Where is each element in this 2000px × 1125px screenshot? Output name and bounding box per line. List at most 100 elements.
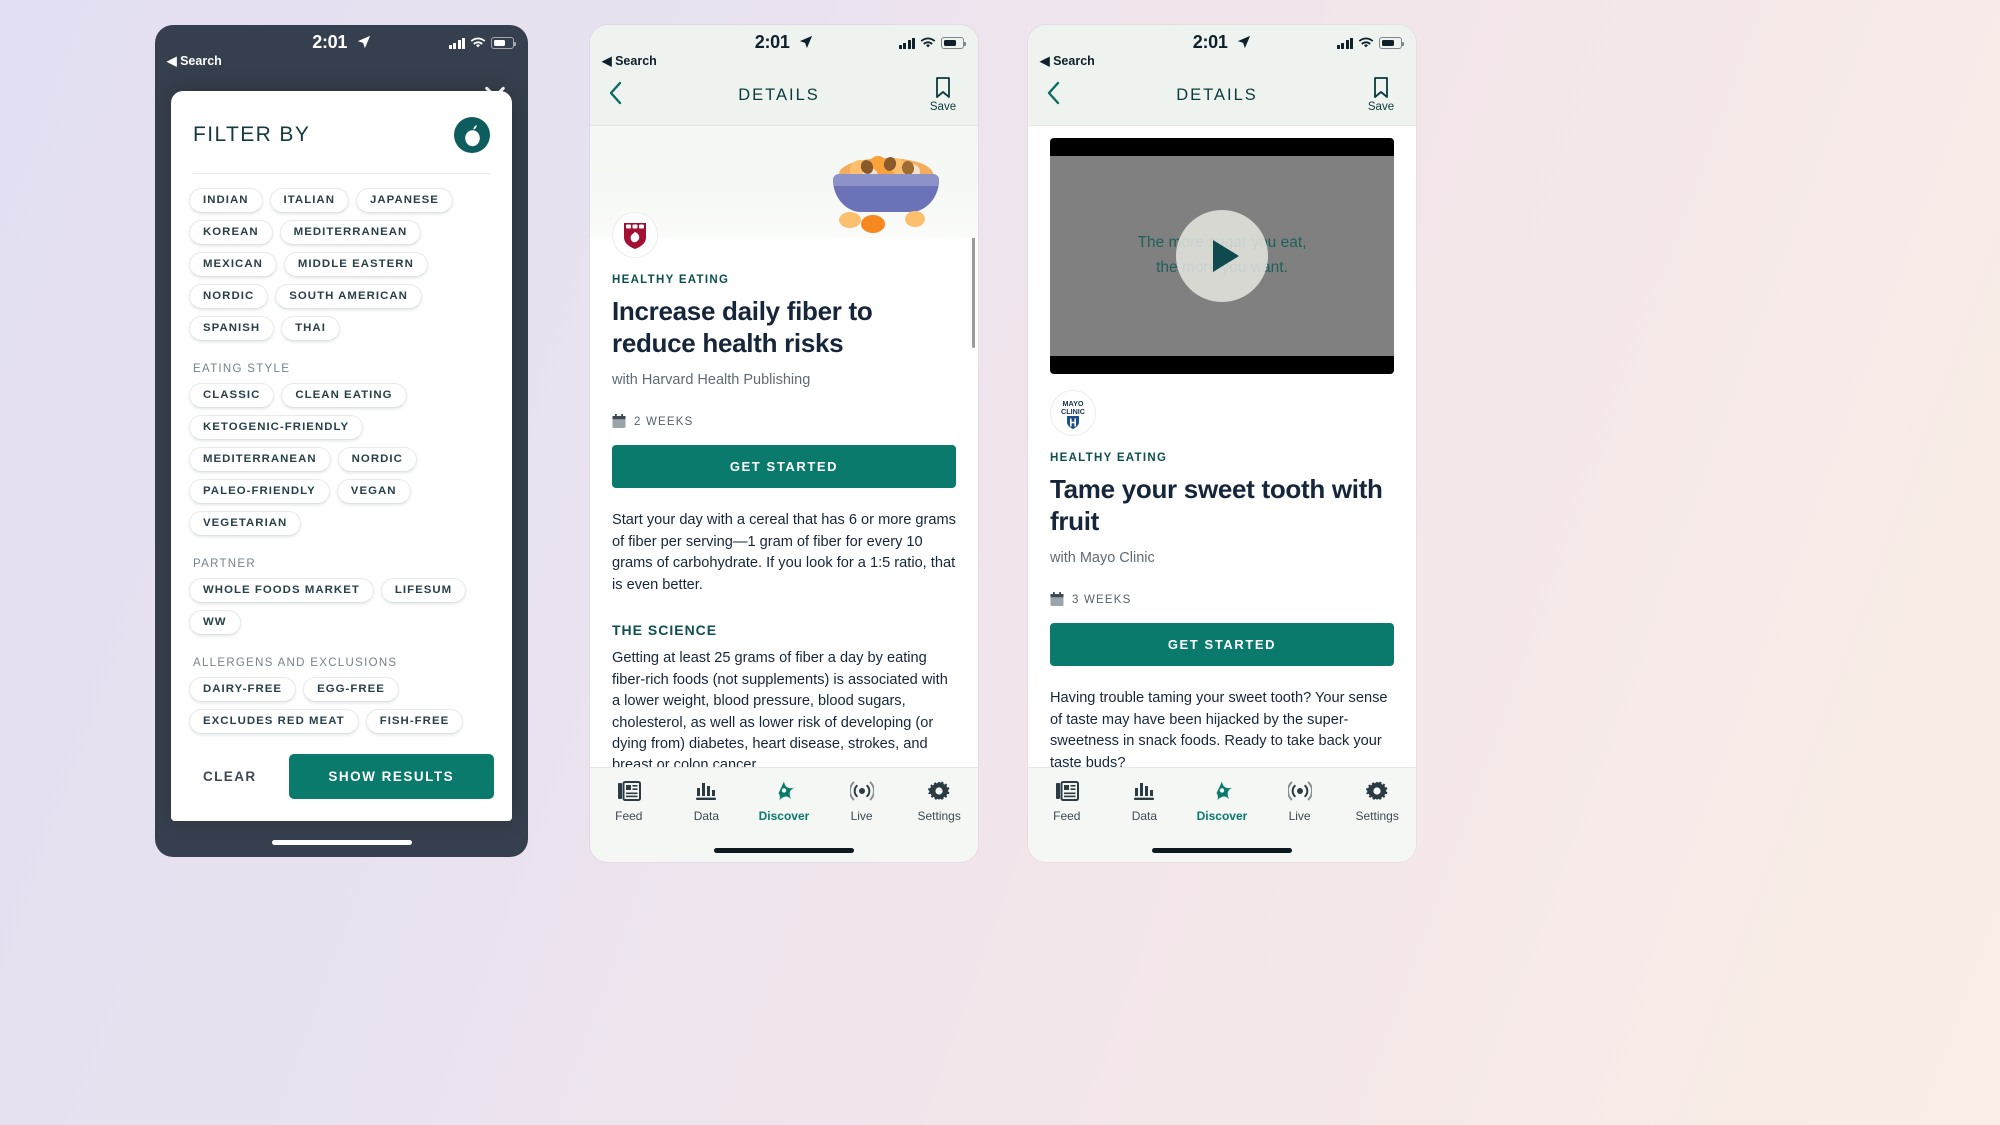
filter-chip[interactable]: VEGETARIAN bbox=[189, 511, 302, 536]
tab-feed[interactable]: Feed bbox=[1028, 780, 1106, 823]
wifi-icon bbox=[1358, 37, 1374, 48]
clear-button[interactable]: CLEAR bbox=[189, 759, 271, 794]
filter-chip[interactable]: WHOLE FOODS MARKET bbox=[189, 578, 374, 603]
filter-sheet-divider bbox=[193, 173, 490, 174]
battery-icon bbox=[1379, 37, 1404, 49]
filter-chip[interactable]: DAIRY-FREE bbox=[189, 677, 297, 702]
filter-chip[interactable]: INDIAN bbox=[189, 188, 263, 213]
status-indicators bbox=[898, 37, 966, 49]
filter-chip[interactable]: EGG-FREE bbox=[303, 677, 399, 702]
status-bar: 2:01 ◀ Search bbox=[590, 25, 978, 77]
filter-group-label: ALLERGENS AND EXCLUSIONS bbox=[193, 657, 398, 669]
filter-chip[interactable]: SPANISH bbox=[189, 316, 275, 341]
filter-chip[interactable]: ITALIAN bbox=[269, 188, 349, 213]
status-back-link[interactable]: ◀ Search bbox=[167, 53, 222, 68]
get-started-button[interactable]: GET STARTED bbox=[612, 445, 956, 489]
article-title: Increase daily fiber to reduce health ri… bbox=[612, 296, 873, 358]
tab-label: Settings bbox=[917, 809, 961, 823]
filter-chip[interactable]: LIFESUM bbox=[380, 578, 467, 603]
filter-chip[interactable]: MEDITERRANEAN bbox=[189, 447, 331, 472]
filter-group-label: PARTNER bbox=[193, 558, 256, 570]
save-button[interactable]: Save bbox=[1364, 77, 1398, 113]
apple-logo-icon bbox=[454, 117, 490, 153]
tab-label: Data bbox=[1131, 809, 1158, 823]
status-indicators bbox=[448, 37, 516, 49]
phone-2-details-fiber: 2:01 ◀ Search DETAILS Save HEALTHY EATIN… bbox=[590, 25, 978, 862]
filter-groups: INDIAN ITALIAN JAPANESE KOREAN MEDITERRANEAN… bbox=[171, 188, 512, 821]
filter-chip[interactable]: MIDDLE EASTERN bbox=[283, 252, 428, 277]
battery-icon bbox=[491, 37, 516, 49]
article-intro: Start your day with a cereal that has 6 … bbox=[612, 512, 956, 593]
cellular-bars-icon bbox=[898, 37, 915, 49]
home-indicator bbox=[271, 840, 412, 845]
cereal-bowl-icon bbox=[833, 156, 939, 233]
compass-star-icon bbox=[772, 780, 796, 802]
mayo-clinic-icon: MAYO CLINIC bbox=[1050, 390, 1096, 436]
status-indicators bbox=[1336, 37, 1404, 49]
broadcast-icon bbox=[848, 780, 875, 802]
tab-settings[interactable]: Settings bbox=[1338, 780, 1416, 823]
chevron-left-icon[interactable] bbox=[608, 81, 632, 110]
tab-feed[interactable]: Feed bbox=[590, 780, 668, 823]
tab-label: Feed bbox=[615, 809, 643, 823]
filter-chip[interactable]: EXCLUDES RED MEAT bbox=[189, 709, 359, 734]
wifi-icon bbox=[920, 37, 936, 48]
filter-chip[interactable]: WW bbox=[189, 610, 241, 635]
tab-discover[interactable]: Discover bbox=[745, 780, 823, 823]
filter-chip[interactable]: NORDIC bbox=[189, 284, 269, 309]
bar-chart-icon bbox=[694, 780, 718, 802]
filter-chip[interactable]: CLEAN EATING bbox=[281, 383, 407, 408]
newspaper-icon bbox=[617, 780, 641, 802]
filter-chip[interactable]: JAPANESE bbox=[355, 188, 453, 213]
filter-chip[interactable]: NORDIC bbox=[337, 447, 417, 472]
filter-sheet-header: FILTER BY bbox=[171, 91, 512, 153]
broadcast-icon bbox=[1286, 780, 1313, 802]
tab-label: Feed bbox=[1053, 809, 1081, 823]
bar-chart-icon bbox=[1132, 780, 1156, 802]
tab-live[interactable]: Live bbox=[823, 780, 901, 823]
page-title: DETAILS bbox=[738, 85, 820, 104]
filter-chip[interactable]: KOREAN bbox=[189, 220, 273, 245]
status-time-text: 2:01 bbox=[754, 32, 790, 52]
filter-sheet-footer: CLEAR SHOW RESULTS bbox=[171, 740, 512, 821]
filter-group-label: EATING STYLE bbox=[193, 363, 291, 375]
article-kicker: HEALTHY EATING bbox=[612, 274, 730, 286]
tab-live[interactable]: Live bbox=[1261, 780, 1339, 823]
tab-label: Settings bbox=[1355, 809, 1399, 823]
status-back-link[interactable]: ◀ Search bbox=[602, 53, 657, 68]
filter-chip[interactable]: VEGAN bbox=[336, 479, 411, 504]
status-back-link[interactable]: ◀ Search bbox=[1040, 53, 1095, 68]
filter-chip[interactable]: KETOGENIC-FRIENDLY bbox=[189, 415, 364, 440]
location-arrow-icon bbox=[800, 35, 813, 49]
newspaper-icon bbox=[1055, 780, 1079, 802]
get-started-button[interactable]: GET STARTED bbox=[1050, 623, 1394, 667]
duration-text: 2 WEEKS bbox=[634, 415, 694, 428]
play-icon[interactable] bbox=[1176, 210, 1268, 302]
filter-chip[interactable]: CLASSIC bbox=[189, 383, 275, 408]
video-player[interactable]: The more sugar you eat, the more you wan… bbox=[1050, 138, 1394, 374]
article-byline: with Harvard Health Publishing bbox=[612, 372, 811, 389]
filter-chip-group: WHOLE FOODS MARKET LIFESUM WW bbox=[189, 578, 494, 635]
chevron-left-icon[interactable] bbox=[1046, 81, 1070, 110]
home-indicator bbox=[714, 848, 854, 853]
show-results-button[interactable]: SHOW RESULTS bbox=[288, 754, 494, 799]
filter-chip[interactable]: MEDITERRANEAN bbox=[279, 220, 422, 245]
filter-chip[interactable]: THAI bbox=[281, 316, 340, 341]
science-heading: THE SCIENCE bbox=[612, 622, 718, 639]
tab-data[interactable]: Data bbox=[668, 780, 746, 823]
filter-chip[interactable]: FISH-FREE bbox=[365, 709, 464, 734]
filter-chip-group: INDIAN ITALIAN JAPANESE KOREAN MEDITERRANEAN… bbox=[189, 188, 494, 341]
save-label: Save bbox=[1367, 101, 1395, 113]
tab-data[interactable]: Data bbox=[1106, 780, 1184, 823]
phone-3-details-sweet-tooth: 2:01 ◀ Search DETAILS Save The eat, the … bbox=[1028, 25, 1416, 862]
filter-chip[interactable]: SOUTH AMERICAN bbox=[275, 284, 422, 309]
svg-text:CLINIC: CLINIC bbox=[1061, 407, 1085, 416]
filter-chip[interactable]: MEXICAN bbox=[189, 252, 277, 277]
tab-label: Data bbox=[693, 809, 720, 823]
filter-chip[interactable]: PALEO-FRIENDLY bbox=[189, 479, 330, 504]
tab-settings[interactable]: Settings bbox=[900, 780, 978, 823]
status-time-text: 2:01 bbox=[312, 32, 348, 52]
tab-discover[interactable]: Discover bbox=[1183, 780, 1261, 823]
save-button[interactable]: Save bbox=[926, 77, 960, 113]
phone-1-filter-screen: 2:01 ◀ Search Discover FILTER T Feed Dat… bbox=[155, 25, 528, 857]
